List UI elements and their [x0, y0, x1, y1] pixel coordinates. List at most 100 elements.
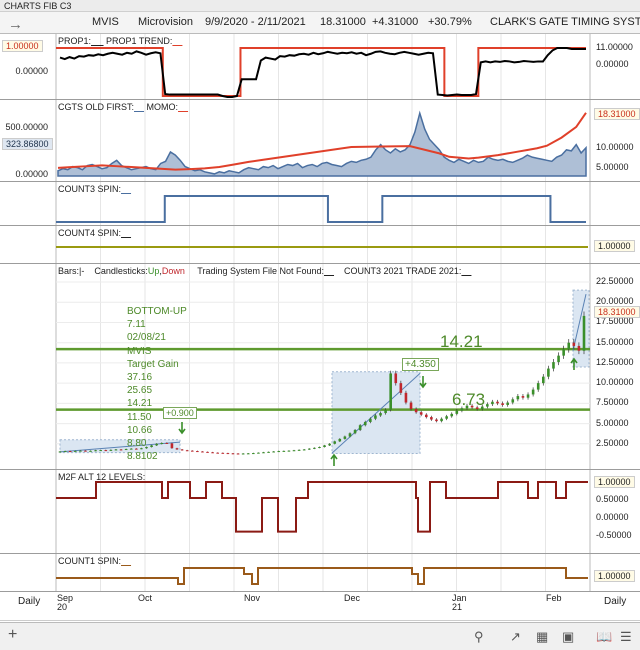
prop-panel[interactable]: PROP1: PROP1 TREND: 1.00000 0.00000 11.0… [0, 34, 640, 100]
month-feb: Feb [546, 593, 562, 603]
m2f-right-050: 0.50000 [596, 494, 629, 504]
candle-up [267, 451, 270, 453]
candle-up [302, 449, 306, 451]
count1-line [56, 567, 588, 585]
count4-legend: COUNT4 SPIN: [58, 228, 131, 238]
candle-down [399, 383, 403, 393]
candle-up [506, 402, 509, 405]
candle-up [241, 453, 245, 455]
count1-panel[interactable]: COUNT1 SPIN: 1.00000 [0, 554, 640, 592]
x-axis[interactable]: Daily Daily Sep 20 Oct Nov Dec Jan 21 Fe… [0, 591, 640, 621]
m2f-right-000: 0.00000 [596, 512, 629, 522]
cgts-label: CGTS OLD FIRST: [58, 102, 135, 112]
price-y-tick: 10.00000 [596, 377, 634, 388]
bottom-up-line: BOTTOM-UP [127, 306, 187, 317]
bottom-up-line: 10.66 [127, 424, 153, 436]
prop-legend: PROP1: PROP1 TREND: [58, 36, 182, 46]
cgts-legend: CGTS OLD FIRST: MOMO: [58, 102, 188, 112]
candle-up [369, 418, 372, 422]
forward-arrow-icon[interactable]: → [8, 16, 23, 33]
candle-up [63, 451, 67, 453]
candle-up [542, 376, 545, 384]
candle-up [257, 452, 260, 454]
interval-left[interactable]: Daily [18, 596, 40, 607]
candle-down [394, 373, 398, 384]
candle-up [353, 430, 357, 434]
candle-up [246, 453, 250, 455]
candle-up [150, 445, 153, 448]
arrow-down-2 [419, 376, 427, 389]
add-icon[interactable]: + [8, 626, 17, 644]
price-y-tick: 15.00000 [596, 336, 634, 347]
candle-down [211, 452, 214, 454]
count3-label: COUNT3 SPIN: [58, 184, 122, 194]
candle-up [94, 450, 97, 452]
candle-down [404, 392, 408, 403]
candle-up [313, 447, 316, 449]
momo-label: MOMO: [146, 102, 179, 112]
bottom-up-line: 25.65 [127, 385, 153, 397]
candle-up [73, 450, 77, 452]
year-21: 21 [452, 602, 463, 612]
candle-down [104, 450, 108, 452]
interval-right[interactable]: Daily [604, 596, 626, 607]
candle-up [160, 442, 164, 444]
candle-up [282, 450, 286, 452]
bottom-up-line: 7.11 [127, 319, 146, 331]
candle-down [216, 452, 220, 454]
prop1-trend-label: PROP1 TREND: [106, 36, 173, 46]
price-change: +4.31000 [372, 16, 419, 28]
candle-down [501, 403, 504, 405]
candle-down [572, 342, 576, 346]
price-y-tick: 12.50000 [596, 356, 634, 367]
candle-down [577, 345, 581, 351]
window-title: CHARTS FIB C3 [0, 0, 640, 12]
count3-line [56, 195, 586, 223]
candlesticks-label: Candlesticks: [94, 266, 148, 276]
price-y-tick: 22.50000 [596, 276, 634, 287]
cgts-left-badge: 323.86800 [2, 138, 53, 150]
count4-panel[interactable]: COUNT4 SPIN: 1.00000 [0, 226, 640, 264]
prop-left-zero: 0.00000 [15, 66, 48, 76]
date-range: 9/9/2020 - 2/11/2021 [205, 16, 306, 28]
cgts-panel[interactable]: CGTS OLD FIRST: MOMO: 500.00000 323.8680… [0, 100, 640, 182]
month-oct: Oct [138, 593, 153, 603]
candle-up [89, 450, 92, 452]
candle-down [196, 451, 199, 453]
candle-up [323, 445, 326, 448]
bottom-up-line: 14.21 [127, 398, 153, 410]
candle-up [58, 451, 62, 453]
bottom-up-line: 02/08/21 [127, 332, 166, 344]
year-20: 20 [57, 602, 68, 612]
candle-up [277, 451, 281, 453]
candle-up [445, 416, 448, 419]
menu-icon[interactable]: ☰ [620, 629, 632, 645]
count3-panel[interactable]: COUNT3 SPIN: [0, 182, 640, 226]
grid-icon[interactable]: ▦ [536, 629, 548, 645]
candle-down [226, 453, 230, 455]
candle-up [287, 450, 291, 452]
panel-icon[interactable]: ▣ [562, 629, 574, 645]
bottom-up-line: 11.50 [127, 411, 152, 423]
line-chart-icon[interactable]: ↗ [510, 629, 521, 645]
search-icon[interactable]: ⚲ [474, 629, 484, 645]
candle-down [424, 414, 428, 418]
m2f-panel[interactable]: M2F ALT 12 LEVELS: 1.00000 0.50000 0.000… [0, 470, 640, 554]
book-icon[interactable]: 📖 [596, 629, 612, 645]
candle-down [119, 449, 123, 451]
candle-down [409, 402, 413, 410]
arrow-up-1 [330, 453, 338, 466]
price-panel[interactable]: Bars:|- Candlesticks:Up,Down Trading Sys… [0, 264, 640, 470]
candle-down [68, 451, 72, 453]
prop-right-zero: 0.00000 [596, 59, 629, 69]
count3-trade-label: COUNT3 2021 TRADE 2021: [344, 266, 462, 276]
prop1-trend-line [56, 47, 586, 97]
candle-up [379, 413, 382, 416]
candle-up [511, 399, 515, 403]
candle-up [450, 413, 454, 417]
candle-up [516, 396, 520, 400]
cgts-right-5: 5.00000 [596, 162, 629, 172]
candle-up [384, 409, 387, 414]
candle-up [155, 443, 158, 446]
candle-down [221, 452, 225, 454]
